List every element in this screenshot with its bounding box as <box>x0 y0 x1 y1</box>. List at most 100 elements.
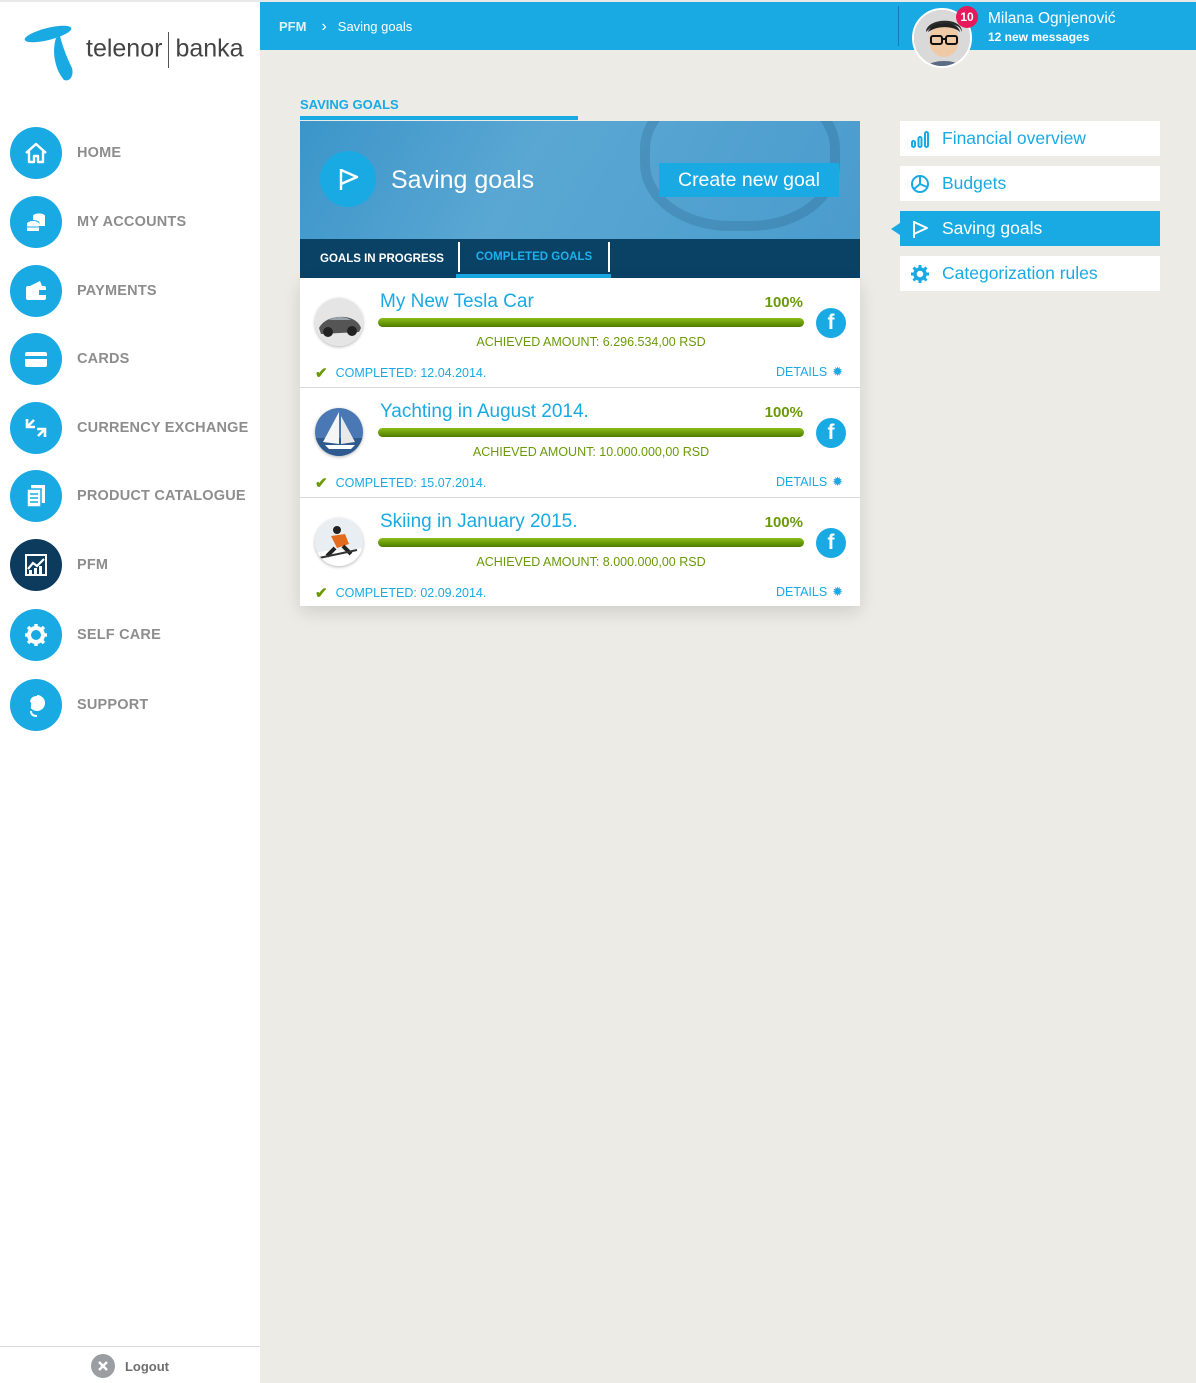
goal-name[interactable]: Skiing in January 2015. <box>380 511 578 533</box>
user-name[interactable]: Milana Ognjenović <box>988 10 1116 28</box>
card-icon <box>10 333 62 385</box>
submenu-saving-goals[interactable]: Saving goals <box>891 211 1160 246</box>
goal-progress-bar <box>378 428 804 437</box>
bar-chart-icon <box>910 129 930 149</box>
nav-item-pfm[interactable]: PFM <box>10 538 255 592</box>
goals-tabs: GOALS IN PROGRESS COMPLETED GOALS <box>300 239 860 278</box>
exchange-icon <box>10 402 62 454</box>
goal-name[interactable]: My New Tesla Car <box>380 291 534 313</box>
submenu-label: Categorization rules <box>942 263 1098 283</box>
submenu-budgets[interactable]: Budgets <box>900 166 1160 201</box>
nav-item-payments[interactable]: PAYMENTS <box>10 264 255 318</box>
pie-chart-icon <box>910 174 930 194</box>
nav-label-product-catalogue: PRODUCT CATALOGUE <box>77 488 246 504</box>
completed-date-text: COMPLETED: 12.04.2014. <box>335 366 487 380</box>
nav-label-pfm: PFM <box>77 557 109 573</box>
create-new-goal-button[interactable]: Create new goal <box>659 163 839 197</box>
nav-item-home[interactable]: HOME <box>10 126 255 180</box>
section-title: SAVING GOALS <box>300 97 399 112</box>
nav-label-cards: CARDS <box>77 351 130 367</box>
close-icon <box>90 1354 115 1378</box>
details-label: DETAILS <box>776 585 828 599</box>
facebook-share-icon[interactable]: f <box>816 308 846 338</box>
top-bar: PFM › Saving goals 10 Milana Ognjenović … <box>260 0 1196 68</box>
achieved-amount: ACHIEVED AMOUNT: 10.000.000,00 RSD <box>472 445 710 459</box>
gear-icon <box>910 264 930 284</box>
nav-label-payments: PAYMENTS <box>77 283 157 299</box>
completed-date: ✔ COMPLETED: 15.07.2014. <box>315 474 486 492</box>
gear-icon: ✹ <box>832 584 844 599</box>
facebook-share-icon[interactable]: f <box>816 418 846 448</box>
nav-item-currency-exchange[interactable]: CURRENCY EXCHANGE <box>10 401 255 455</box>
breadcrumb-current: Saving goals <box>337 19 413 34</box>
goal-percent: 100% <box>764 294 803 311</box>
nav-label-home: HOME <box>77 145 122 161</box>
telenor-banka-logo[interactable]: telenor banka <box>18 20 248 84</box>
submenu-label: Budgets <box>942 173 1007 193</box>
catalogue-icon <box>10 470 62 522</box>
submenu-financial-overview[interactable]: Financial overview <box>900 121 1160 156</box>
completed-date-text: COMPLETED: 15.07.2014. <box>335 476 487 490</box>
page-title: Saving goals <box>391 166 535 194</box>
check-icon: ✔ <box>315 585 328 602</box>
car-image <box>315 298 363 346</box>
details-link[interactable]: DETAILS ✹ <box>776 364 843 380</box>
section-underline <box>300 116 578 120</box>
logo-wordmark: telenor banka <box>86 32 244 68</box>
goal-percent: 100% <box>764 404 803 421</box>
breadcrumb: PFM › Saving goals <box>279 19 413 35</box>
achieved-amount: ACHIEVED AMOUNT: 6.296.534,00 RSD <box>476 335 706 349</box>
logout-label: Logout <box>124 1358 170 1374</box>
details-link[interactable]: DETAILS ✹ <box>776 584 843 600</box>
logout-button[interactable]: Logout <box>0 1346 260 1383</box>
messages-count[interactable]: 12 new messages <box>988 30 1089 44</box>
nav-label-support: SUPPORT <box>77 697 149 713</box>
nav-item-product-catalogue[interactable]: PRODUCT CATALOGUE <box>10 469 255 523</box>
nav-item-my-accounts[interactable]: MY ACCOUNTS <box>10 195 255 249</box>
check-icon: ✔ <box>315 475 328 492</box>
flag-icon <box>910 219 930 239</box>
nav-label-my-accounts: MY ACCOUNTS <box>77 214 187 230</box>
details-label: DETAILS <box>776 475 828 489</box>
active-pointer <box>891 223 900 235</box>
logo-product-name: banka <box>175 34 244 63</box>
logo-brand-name: telenor <box>86 34 163 63</box>
submenu-label: Saving goals <box>942 218 1043 238</box>
notification-badge[interactable]: 10 <box>956 6 978 28</box>
details-link[interactable]: DETAILS ✹ <box>776 474 843 490</box>
goals-list: My New Tesla Car 100% ACHIEVED AMOUNT: 6… <box>300 278 860 606</box>
top-divider <box>898 6 899 46</box>
check-icon: ✔ <box>315 365 328 382</box>
facebook-share-icon[interactable]: f <box>816 528 846 558</box>
logo-separator <box>168 32 170 68</box>
list-item: My New Tesla Car 100% ACHIEVED AMOUNT: 6… <box>300 278 860 388</box>
flag-icon <box>320 151 376 207</box>
nav-item-cards[interactable]: CARDS <box>10 332 255 386</box>
list-item: Skiing in January 2015. 100% ACHIEVED AM… <box>300 498 860 608</box>
goal-percent: 100% <box>764 514 803 531</box>
breadcrumb-root-link[interactable]: PFM <box>279 19 306 34</box>
goal-progress-bar <box>378 318 804 327</box>
sailboat-image <box>315 408 363 456</box>
chart-icon <box>10 539 62 591</box>
wallet-icon <box>10 265 62 317</box>
goal-name[interactable]: Yachting in August 2014. <box>380 401 589 423</box>
submenu-categorization-rules[interactable]: Categorization rules <box>900 256 1160 291</box>
nav-item-support[interactable]: SUPPORT <box>10 678 255 732</box>
gear-icon <box>10 609 62 661</box>
achieved-amount: ACHIEVED AMOUNT: 8.000.000,00 RSD <box>476 555 706 569</box>
completed-date-text: COMPLETED: 02.09.2014. <box>335 586 487 600</box>
details-label: DETAILS <box>776 365 828 379</box>
headset-icon <box>10 679 62 731</box>
submenu-label: Financial overview <box>942 128 1086 148</box>
telenor-logo-icon <box>24 25 73 81</box>
sidebar: telenor banka HOME MY ACCOUNTS PAYMENTS <box>0 0 260 1383</box>
nav-label-currency-exchange: CURRENCY EXCHANGE <box>77 420 249 436</box>
tab-completed-goals[interactable]: COMPLETED GOALS <box>458 242 610 272</box>
saving-goals-header: Saving goals Create new goal <box>300 121 860 239</box>
nav-item-self-care[interactable]: SELF CARE <box>10 608 255 662</box>
completed-date: ✔ COMPLETED: 12.04.2014. <box>315 364 486 382</box>
tab-goals-in-progress[interactable]: GOALS IN PROGRESS <box>320 239 444 278</box>
goal-progress-bar <box>378 538 804 547</box>
coins-icon <box>10 196 62 248</box>
